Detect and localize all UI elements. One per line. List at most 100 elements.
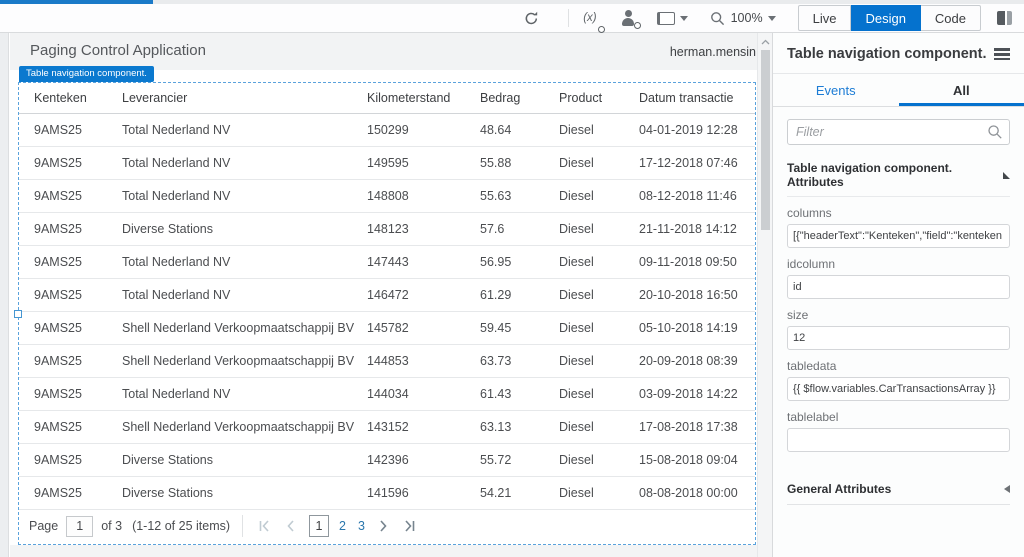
table-cell: Diesel bbox=[558, 311, 638, 344]
table-cell: Total Nederland NV bbox=[121, 377, 366, 410]
column-header[interactable]: Product bbox=[558, 83, 638, 113]
field-input-columns[interactable] bbox=[787, 224, 1010, 248]
field-input-tabledata[interactable] bbox=[787, 377, 1010, 401]
table-cell: 144853 bbox=[366, 344, 479, 377]
table-row[interactable]: 9AMS25Total Nederland NV15029948.64Diese… bbox=[19, 113, 755, 146]
canvas-size-icon[interactable] bbox=[657, 6, 688, 30]
column-header[interactable]: Datum transactie bbox=[638, 83, 755, 113]
design-button[interactable]: Design bbox=[851, 5, 920, 31]
live-button[interactable]: Live bbox=[798, 5, 852, 31]
selection-tag[interactable]: Table navigation component. bbox=[19, 66, 154, 82]
table-component-selection[interactable]: KentekenLeverancierKilometerstandBedragP… bbox=[18, 82, 756, 545]
search-icon[interactable] bbox=[987, 124, 1003, 145]
toolbar-separator bbox=[568, 9, 569, 27]
user-settings-icon[interactable] bbox=[621, 6, 637, 30]
table-row[interactable]: 9AMS25Total Nederland NV14880855.63Diese… bbox=[19, 179, 755, 212]
code-button[interactable]: Code bbox=[921, 5, 981, 31]
chevron-down-icon bbox=[680, 16, 688, 21]
zoom-control[interactable]: 100% bbox=[710, 6, 776, 30]
table-cell: 149595 bbox=[366, 146, 479, 179]
canvas-scrollbar[interactable] bbox=[757, 33, 772, 557]
table-cell: 61.43 bbox=[479, 377, 558, 410]
field-input-size[interactable] bbox=[787, 326, 1010, 350]
attributes-section-title: Table navigation component. Attributes bbox=[787, 161, 1003, 189]
table-row[interactable]: 9AMS25Diverse Stations14812357.6Diesel21… bbox=[19, 212, 755, 245]
table-cell: 9AMS25 bbox=[19, 344, 121, 377]
filter-input[interactable] bbox=[787, 119, 1010, 145]
table-row[interactable]: 9AMS25Total Nederland NV14647261.29Diese… bbox=[19, 278, 755, 311]
page-link[interactable]: 2 bbox=[339, 519, 346, 533]
page-number-input[interactable] bbox=[66, 516, 93, 537]
table-row[interactable]: 9AMS25Total Nederland NV14744356.95Diese… bbox=[19, 245, 755, 278]
refresh-icon[interactable] bbox=[523, 6, 540, 30]
table-cell: 150299 bbox=[366, 113, 479, 146]
table-cell: 09-11-2018 09:50 bbox=[638, 245, 755, 278]
column-header[interactable]: Kenteken bbox=[19, 83, 121, 113]
app-page-header: Paging Control Application herman.mensin bbox=[10, 33, 757, 70]
panel-menu-icon[interactable] bbox=[994, 48, 1010, 60]
attributes-section-header[interactable]: Table navigation component. Attributes bbox=[787, 161, 1010, 197]
variables-icon[interactable]: (x) bbox=[583, 6, 600, 30]
attribute-field: tabledata bbox=[787, 359, 1010, 401]
table-cell: 9AMS25 bbox=[19, 443, 121, 476]
attribute-fields: columnsidcolumnsizetabledatatablelabel bbox=[773, 206, 1024, 452]
selection-handle[interactable] bbox=[14, 310, 22, 318]
table-cell: 55.63 bbox=[479, 179, 558, 212]
table-cell: 56.95 bbox=[479, 245, 558, 278]
panel-toggle-icon[interactable] bbox=[997, 11, 1012, 25]
field-label: tabledata bbox=[787, 359, 1010, 373]
column-header[interactable]: Leverancier bbox=[121, 83, 366, 113]
tab-events[interactable]: Events bbox=[773, 74, 899, 106]
table-row[interactable]: 9AMS25Shell Nederland Verkoopmaatschappi… bbox=[19, 344, 755, 377]
scrollbar-thumb[interactable] bbox=[761, 50, 770, 230]
general-section-header[interactable]: General Attributes bbox=[787, 482, 1010, 505]
table-cell: 9AMS25 bbox=[19, 179, 121, 212]
table-row[interactable]: 9AMS25Total Nederland NV14403461.43Diese… bbox=[19, 377, 755, 410]
main-area: Paging Control Application herman.mensin… bbox=[0, 33, 1024, 557]
column-header[interactable]: Bedrag bbox=[479, 83, 558, 113]
table-row[interactable]: 9AMS25Shell Nederland Verkoopmaatschappi… bbox=[19, 311, 755, 344]
field-input-tablelabel[interactable] bbox=[787, 428, 1010, 452]
last-page-icon[interactable] bbox=[403, 520, 417, 532]
table-cell: 146472 bbox=[366, 278, 479, 311]
first-page-icon[interactable] bbox=[257, 520, 271, 532]
previous-page-icon[interactable] bbox=[283, 520, 297, 532]
scroll-up-icon[interactable] bbox=[758, 35, 773, 48]
table-cell: 55.88 bbox=[479, 146, 558, 179]
canvas-rect-icon bbox=[657, 12, 675, 25]
section-collapsed-icon bbox=[1004, 485, 1010, 493]
table-cell: 142396 bbox=[366, 443, 479, 476]
table-cell: Diesel bbox=[558, 476, 638, 509]
field-input-idcolumn[interactable] bbox=[787, 275, 1010, 299]
field-label: columns bbox=[787, 206, 1010, 220]
table-row[interactable]: 9AMS25Total Nederland NV14959555.88Diese… bbox=[19, 146, 755, 179]
table-cell: 9AMS25 bbox=[19, 311, 121, 344]
table-cell: Total Nederland NV bbox=[121, 278, 366, 311]
table-cell: 08-12-2018 11:46 bbox=[638, 179, 755, 212]
next-page-icon[interactable] bbox=[377, 520, 391, 532]
page-links: 123 bbox=[309, 515, 377, 537]
table-cell: 55.72 bbox=[479, 443, 558, 476]
page-title: Paging Control Application bbox=[30, 42, 206, 59]
field-label: tablelabel bbox=[787, 410, 1010, 424]
properties-panel: Table navigation component. Events All T… bbox=[772, 33, 1024, 557]
table-cell: 9AMS25 bbox=[19, 113, 121, 146]
column-header[interactable]: Kilometerstand bbox=[366, 83, 479, 113]
table-cell: 04-01-2019 12:28 bbox=[638, 113, 755, 146]
table-row[interactable]: 9AMS25Shell Nederland Verkoopmaatschappi… bbox=[19, 410, 755, 443]
table-cell: 141596 bbox=[366, 476, 479, 509]
transactions-table: KentekenLeverancierKilometerstandBedragP… bbox=[19, 83, 755, 510]
table-cell: Diesel bbox=[558, 113, 638, 146]
table-cell: 21-11-2018 14:12 bbox=[638, 212, 755, 245]
zoom-level-label: 100% bbox=[731, 11, 763, 25]
tab-all[interactable]: All bbox=[899, 74, 1024, 106]
current-page-indicator[interactable]: 1 bbox=[309, 515, 329, 537]
table-row[interactable]: 9AMS25Diverse Stations14239655.72Diesel1… bbox=[19, 443, 755, 476]
table-cell: Diesel bbox=[558, 179, 638, 212]
page-link[interactable]: 3 bbox=[358, 519, 365, 533]
table-row[interactable]: 9AMS25Diverse Stations14159654.21Diesel0… bbox=[19, 476, 755, 509]
table-cell: 17-12-2018 07:46 bbox=[638, 146, 755, 179]
table-cell: 9AMS25 bbox=[19, 212, 121, 245]
table-cell: 20-09-2018 08:39 bbox=[638, 344, 755, 377]
general-section-title: General Attributes bbox=[787, 482, 891, 496]
